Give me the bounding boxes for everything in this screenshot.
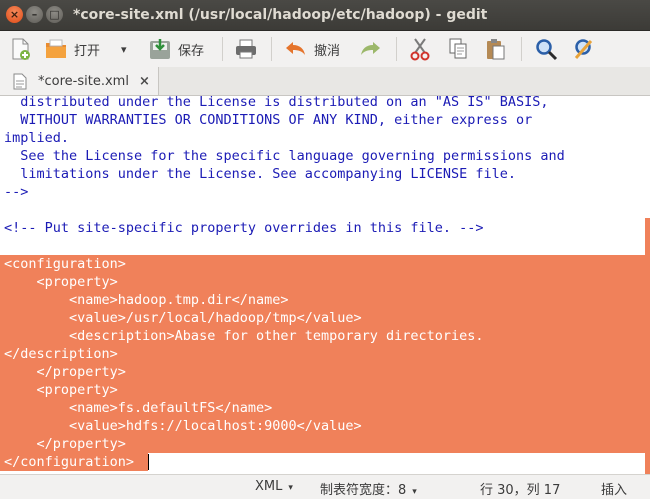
insert-mode: 插入: [601, 483, 628, 498]
toolbar-separator: [222, 37, 223, 61]
title-bar: × – □ *core-site.xml (/usr/local/hadoop/…: [0, 0, 650, 31]
code-line: distributed under the License is distrib…: [4, 96, 549, 110]
redo-icon: [358, 37, 382, 61]
toolbar-separator: [521, 37, 522, 61]
language-label: XML: [255, 479, 283, 494]
open-button[interactable]: 打开: [44, 35, 100, 63]
code-line: <!-- Put site-specific property override…: [4, 220, 484, 236]
toolbar: 打开 ▾ 保存 撤消: [0, 31, 650, 67]
code-line: <property>: [4, 382, 118, 398]
minimize-window-button[interactable]: –: [26, 6, 43, 23]
code-line: <name>hadoop.tmp.dir</name>: [4, 292, 289, 308]
code-line: WITHOUT WARRANTIES OR CONDITIONS OF ANY …: [4, 112, 533, 128]
code-line: <value>hdfs://localhost:9000</value>: [4, 418, 362, 434]
code-line: implied.: [4, 130, 70, 146]
text-editor[interactable]: distributed under the License is distrib…: [0, 96, 650, 474]
find-replace-button[interactable]: [572, 35, 596, 63]
code-line: -->: [4, 184, 29, 200]
save-button[interactable]: 保存: [148, 35, 204, 63]
chevron-down-icon: ▾: [121, 42, 127, 56]
code-line: <value>/usr/local/hadoop/tmp</value>: [4, 310, 362, 326]
paste-icon: [484, 37, 508, 61]
new-document-icon: [8, 37, 32, 61]
print-button[interactable]: [234, 35, 258, 63]
toolbar-separator: [396, 37, 397, 61]
save-icon: [148, 37, 172, 61]
maximize-window-button[interactable]: □: [46, 6, 63, 23]
code-line: </property>: [4, 364, 126, 380]
scissors-icon: [408, 37, 432, 61]
open-folder-icon: [44, 37, 68, 61]
open-recent-dropdown[interactable]: ▾: [121, 35, 127, 63]
cut-button[interactable]: [408, 35, 432, 63]
save-label: 保存: [178, 43, 205, 59]
undo-icon: [284, 37, 308, 61]
undo-label: 撤消: [314, 43, 341, 59]
tab-core-site[interactable]: *core-site.xml ×: [0, 67, 159, 95]
tab-width-label: 制表符宽度：8: [320, 483, 407, 498]
undo-button[interactable]: 撤消: [284, 35, 340, 63]
scrollbar-marker[interactable]: [645, 218, 650, 474]
code-line: <description>Abase for other temporary d…: [4, 328, 484, 344]
status-bar: XML ▾ 制表符宽度：8 ▾ 行 30，列 17 插入: [0, 474, 650, 499]
cursor-position: 行 30，列 17: [480, 483, 561, 498]
find-replace-icon: [572, 37, 596, 61]
document-icon: [8, 69, 32, 93]
code-line: <property>: [4, 274, 118, 290]
chevron-down-icon: ▾: [412, 487, 417, 497]
redo-button[interactable]: [358, 35, 382, 63]
window-title: *core-site.xml (/usr/local/hadoop/etc/ha…: [73, 7, 488, 23]
new-document-button[interactable]: [8, 35, 32, 63]
code-line: See the License for the specific languag…: [4, 148, 565, 164]
search-icon: [534, 37, 558, 61]
code-line: </configuration>: [4, 454, 135, 470]
language-selector[interactable]: XML ▾: [255, 479, 293, 494]
code-line: </property>: [4, 436, 126, 452]
search-button[interactable]: [534, 35, 558, 63]
tab-bar: *core-site.xml ×: [0, 67, 650, 96]
code-line: </description>: [4, 346, 118, 362]
copy-icon: [446, 37, 470, 61]
code-line: <name>fs.defaultFS</name>: [4, 400, 273, 416]
toolbar-separator: [271, 37, 272, 61]
open-label: 打开: [74, 43, 101, 59]
tab-width-selector[interactable]: 制表符宽度：8 ▾: [320, 479, 417, 498]
paste-button[interactable]: [484, 35, 508, 63]
code-line: <configuration>: [4, 256, 126, 272]
close-tab-icon[interactable]: ×: [139, 74, 150, 89]
printer-icon: [234, 37, 258, 61]
tab-label: *core-site.xml: [38, 73, 129, 89]
text-cursor: [148, 454, 149, 470]
close-window-button[interactable]: ×: [6, 6, 23, 23]
copy-button[interactable]: [446, 35, 470, 63]
chevron-down-icon: ▾: [288, 483, 293, 493]
code-line: limitations under the License. See accom…: [4, 166, 517, 182]
